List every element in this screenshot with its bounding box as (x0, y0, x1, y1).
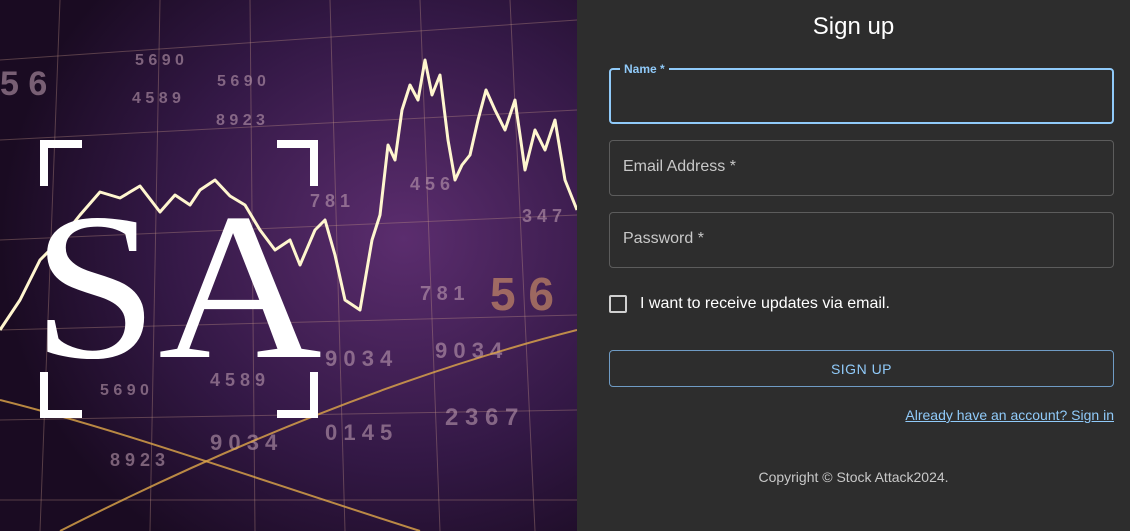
bg-number: 4 5 8 9 (132, 90, 181, 107)
bg-number: 0 1 4 5 (325, 420, 392, 445)
bg-number: 8 9 2 3 (216, 112, 265, 129)
password-field[interactable]: Password * (609, 212, 1114, 268)
sign-up-button[interactable]: SIGN UP (609, 350, 1114, 387)
stock-chart-background: 5 6 5 6 9 0 4 5 8 9 5 6 9 0 8 9 2 3 7 8 … (0, 0, 577, 531)
bg-number: 2 3 6 7 (445, 404, 518, 431)
bg-number: 4 5 6 (410, 174, 450, 194)
copyright-text: Copyright © Stock Attack2024. (758, 469, 949, 485)
logo: SA (32, 140, 322, 418)
bg-number: 9 0 3 4 (435, 338, 503, 363)
bg-number: 5 6 (0, 65, 47, 103)
updates-checkbox[interactable] (609, 295, 627, 313)
name-field[interactable]: Name * (609, 62, 1114, 124)
name-input[interactable] (623, 84, 1097, 110)
bg-number: 5 6 (490, 268, 554, 320)
bg-number: 9 0 3 4 (325, 346, 393, 371)
signup-page: 5 6 5 6 9 0 4 5 8 9 5 6 9 0 8 9 2 3 7 8 … (0, 0, 1130, 531)
sign-in-link[interactable]: Already have an account? Sign in (905, 407, 1114, 423)
signup-form-panel: Sign up Name * Email Address * Password … (577, 0, 1130, 531)
logo-text: SA (32, 171, 322, 403)
name-field-label: Name * (620, 62, 669, 76)
email-field-label: Email Address * (623, 158, 736, 175)
hero-image: 5 6 5 6 9 0 4 5 8 9 5 6 9 0 8 9 2 3 7 8 … (0, 0, 577, 531)
bg-number: 8 9 2 3 (110, 450, 165, 470)
password-field-label: Password * (623, 230, 704, 247)
updates-checkbox-label: I want to receive updates via email. (640, 295, 890, 312)
page-title: Sign up (812, 13, 895, 40)
updates-checkbox-row[interactable]: I want to receive updates via email. (609, 295, 890, 313)
bg-number: 5 6 9 0 (135, 52, 184, 69)
email-field[interactable]: Email Address * (609, 140, 1114, 196)
bg-number: 7 8 1 (420, 283, 464, 305)
bg-number: 3 4 7 (522, 206, 562, 226)
bg-number: 5 6 9 0 (217, 73, 266, 90)
